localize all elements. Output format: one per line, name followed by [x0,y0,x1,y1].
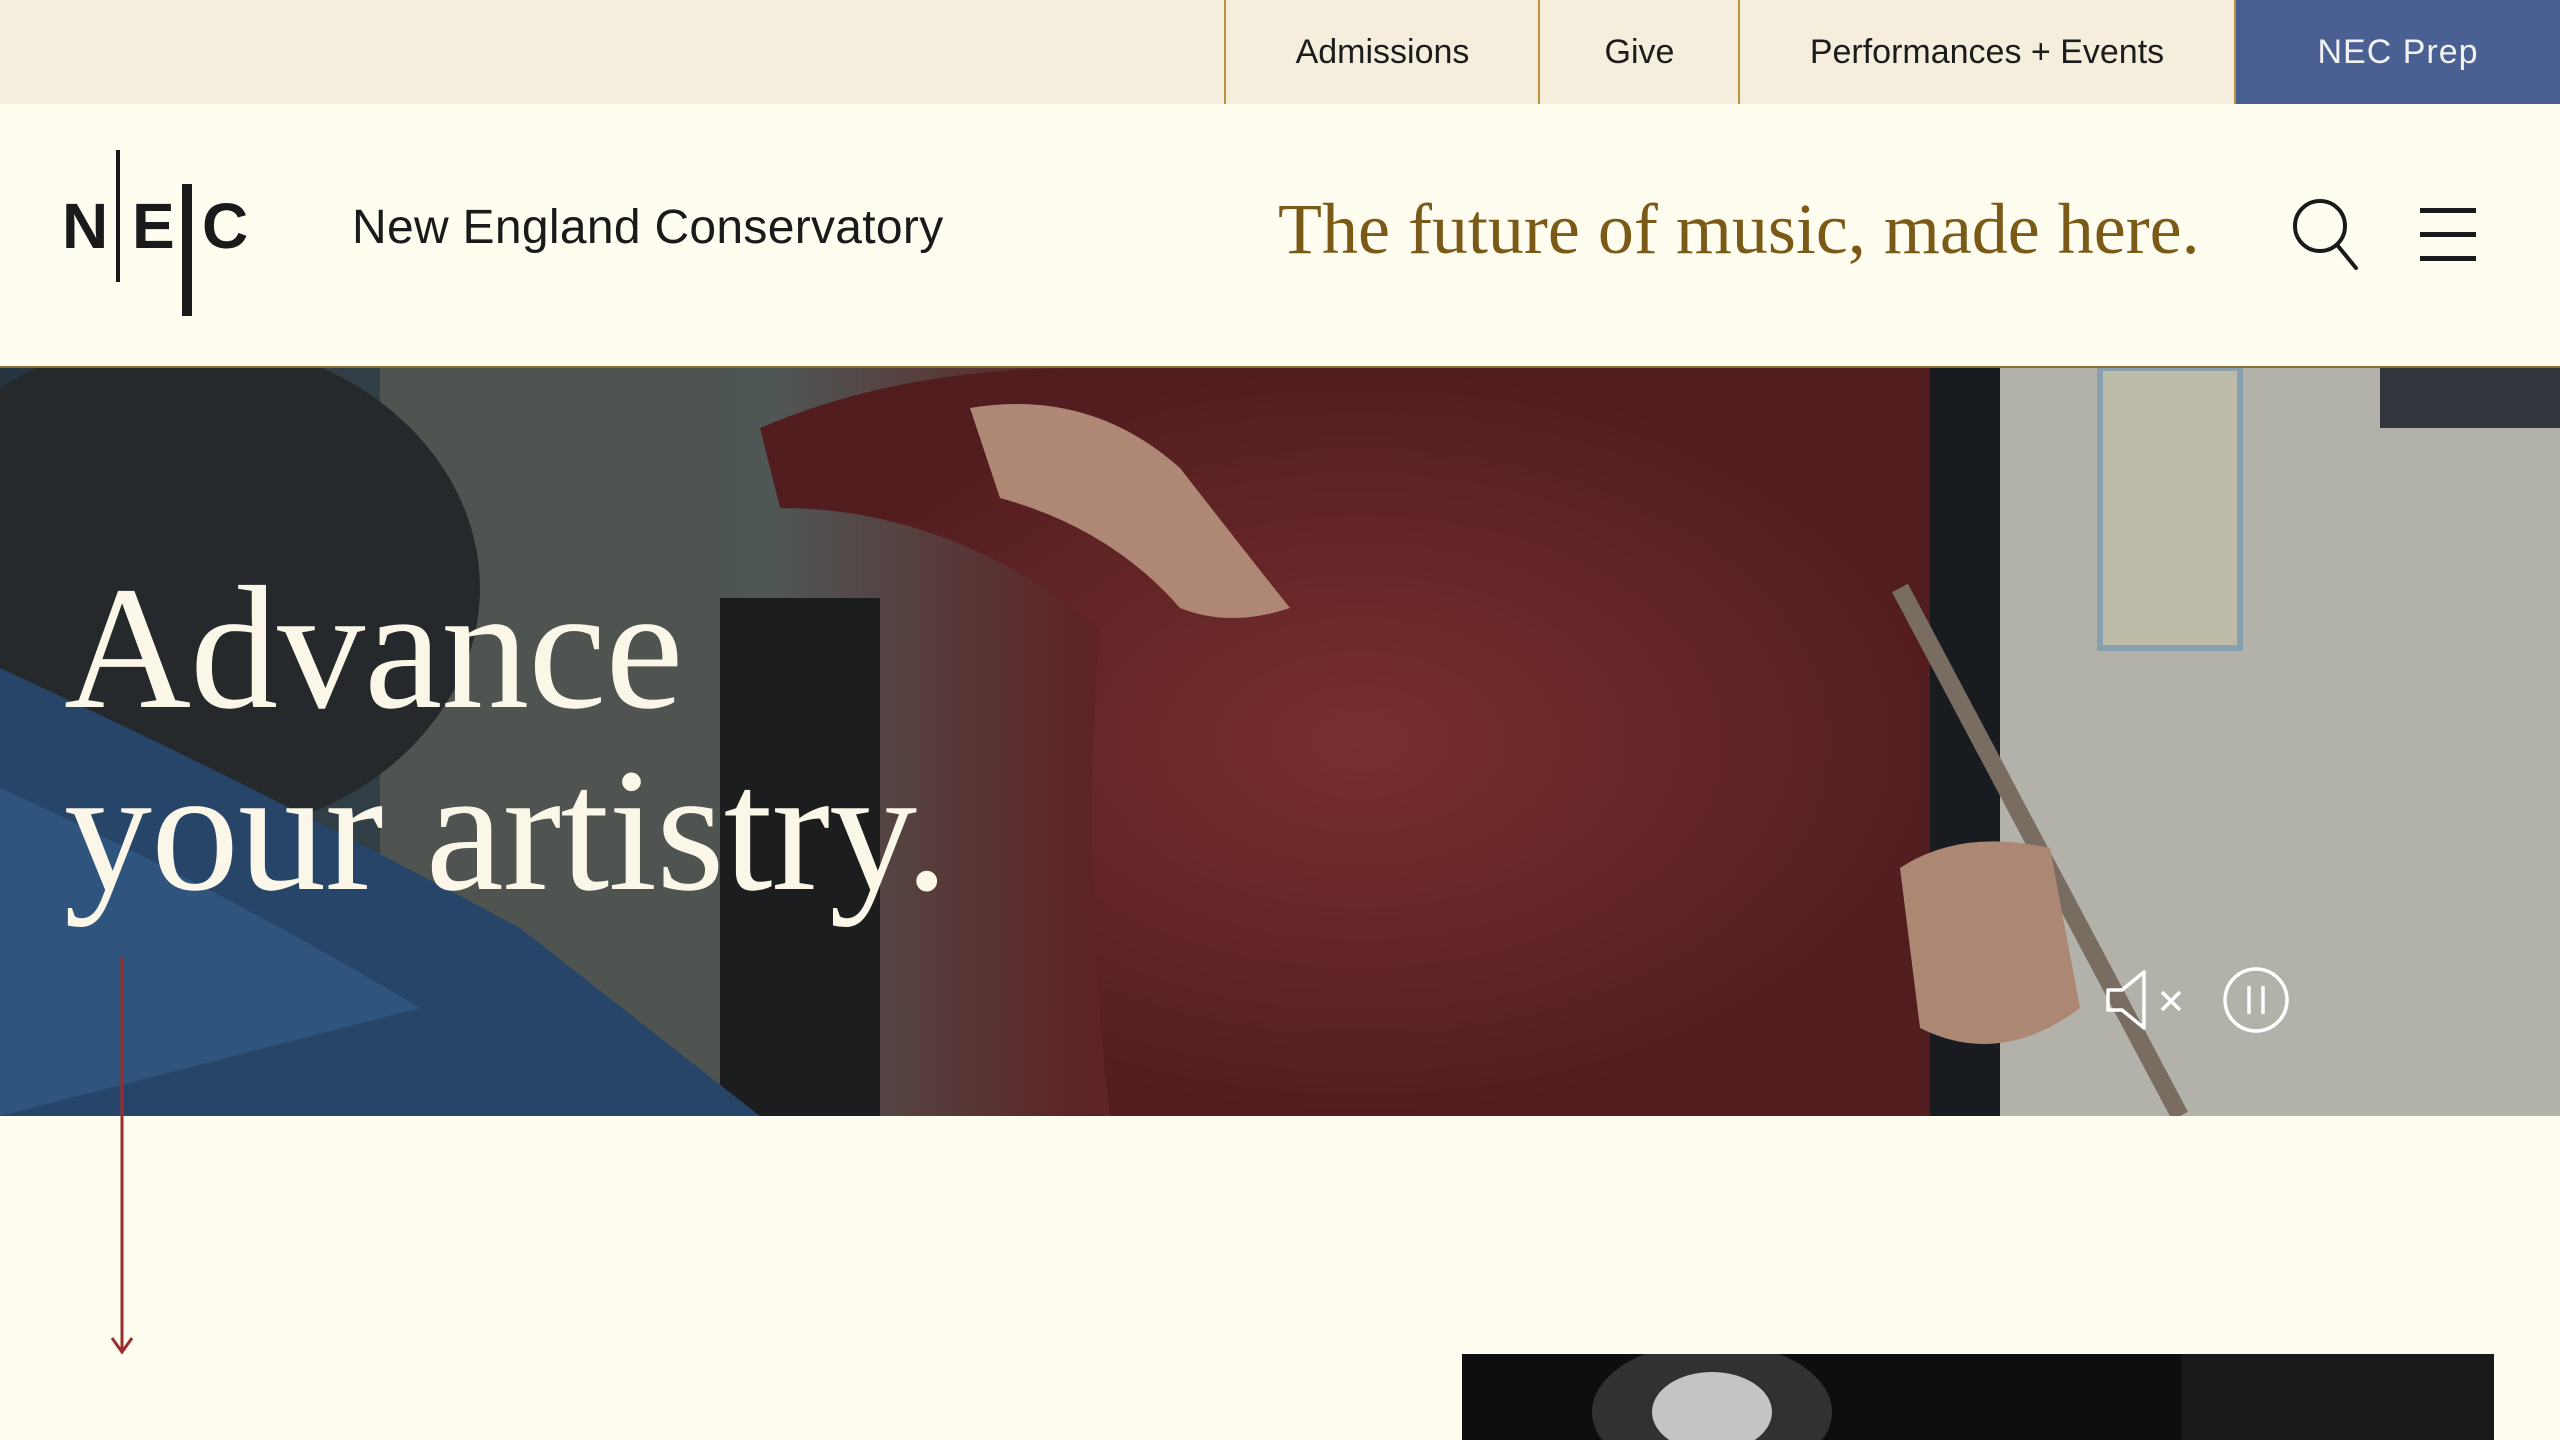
logo-letter-n: N [62,190,108,262]
hero-title-line-1: Advance [64,551,683,746]
hero-title-line-2: your artistry. [64,733,949,928]
performances-events-link[interactable]: Performances + Events [1738,0,2236,104]
speaker-muted-icon[interactable] [2104,968,2188,1032]
hero-title: Advance your artistry. [64,551,949,928]
nec-prep-link[interactable]: NEC Prep [2236,0,2560,104]
featured-media-image[interactable] [1462,1354,2494,1440]
logo-letter-e: E [132,190,175,262]
hero-video: Advance your artistry. [0,368,2560,1116]
search-icon[interactable] [2290,196,2360,272]
stage-light-image [1462,1354,2494,1440]
pause-icon[interactable] [2222,966,2290,1034]
nec-logo[interactable]: N E C [62,148,248,318]
utility-bar: Admissions Give Performances + Events NE… [0,0,2560,104]
give-link[interactable]: Give [1538,0,1739,104]
tagline: The future of music, made here. [1278,189,2200,269]
logo-letter-c: C [202,190,248,262]
arrow-down-icon[interactable] [110,958,134,1356]
hamburger-menu-icon[interactable] [2420,204,2476,264]
site-header: N E C New England Conservatory The futur… [0,104,2560,368]
admissions-link[interactable]: Admissions [1224,0,1539,104]
site-name[interactable]: New England Conservatory [352,200,944,255]
